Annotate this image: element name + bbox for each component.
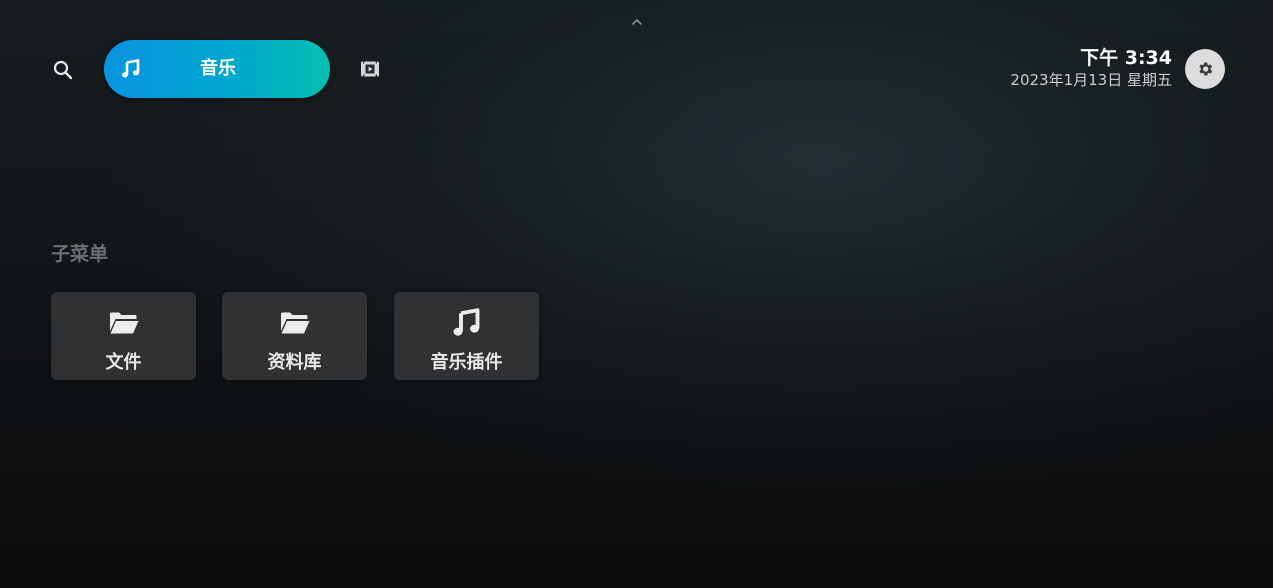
gear-icon xyxy=(1199,62,1213,76)
tab-music-label: 音乐 xyxy=(200,58,236,79)
clock-date: 2023年1月13日 星期五 xyxy=(1010,71,1172,89)
music-note-icon xyxy=(453,308,479,336)
submenu-item-label: 资料库 xyxy=(267,352,322,373)
folder-open-icon xyxy=(280,312,309,334)
clock-widget: 下午 3:34 2023年1月13日 星期五 xyxy=(1010,47,1172,90)
settings-button[interactable] xyxy=(1185,49,1225,89)
folder-open-icon xyxy=(109,312,138,334)
submenu-item-music-plugins[interactable]: 音乐插件 xyxy=(394,292,539,380)
submenu-item-label: 音乐插件 xyxy=(430,352,503,373)
tab-video[interactable] xyxy=(356,55,384,83)
clock-time: 下午 3:34 xyxy=(1080,47,1172,69)
submenu-title: 子菜单 xyxy=(51,243,109,265)
search-icon xyxy=(53,60,73,80)
tab-music[interactable]: 音乐 xyxy=(104,40,330,98)
submenu-item-label: 文件 xyxy=(105,352,142,373)
search-button[interactable] xyxy=(44,51,82,89)
chevron-up-icon xyxy=(632,19,642,25)
submenu-item-files[interactable]: 文件 xyxy=(51,292,196,380)
submenu-item-library[interactable]: 资料库 xyxy=(222,292,367,380)
video-icon xyxy=(361,61,379,77)
